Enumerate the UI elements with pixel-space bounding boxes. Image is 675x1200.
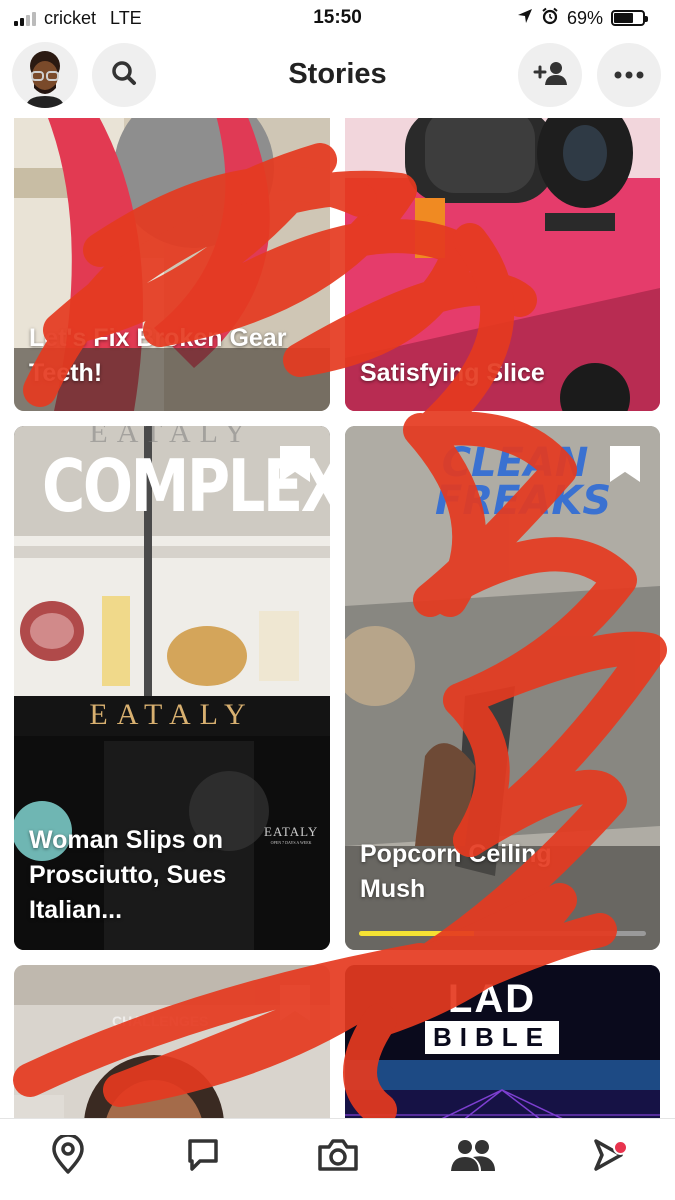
location-icon [517,8,533,29]
publisher-logo: CHALLENGES [112,1013,209,1029]
story-title: Popcorn Ceiling Mush [360,840,552,903]
story-title: Woman Slips on Prosciutto, Sues Italian.… [29,826,227,924]
tab-chat[interactable] [173,1128,233,1188]
publisher-name: CLEAN FREAKS [435,440,612,524]
story-card[interactable]: COMPLEX EATALY EATALY EATALY OPEN 7 DAYS… [14,426,330,950]
story-card[interactable]: Let's Fix Broken Gear Teeth! [14,118,330,411]
store-sign-top: EATALY [89,426,255,449]
friends-icon [450,1138,496,1177]
network-label: LTE [110,7,142,28]
alarm-icon [541,7,559,30]
search-button[interactable] [92,43,156,107]
publisher-logo: CLEAN FREAKS [435,440,612,524]
story-progress [359,931,646,936]
stories-grid: Let's Fix Broken Gear Teeth! Satisfying … [0,118,675,1118]
battery-percent: 69% [566,7,603,28]
add-friend-icon [532,59,568,92]
chat-icon [186,1137,220,1178]
battery-icon [611,10,648,26]
signal-icon [14,10,36,26]
publisher-logo: LAD BIBLE [425,979,559,1054]
story-card[interactable]: CHALLENGES [14,965,330,1118]
publisher-logo-bottom: BIBLE [425,1021,559,1054]
notification-dot [612,1139,628,1155]
carrier-label: cricket [44,7,97,28]
tab-camera[interactable] [308,1128,368,1188]
story-card[interactable]: LAD BIBLE [345,965,660,1118]
story-card[interactable]: Satisfying Slice [345,118,660,411]
status-right: 69% [517,7,648,30]
avatar[interactable] [12,42,78,108]
tab-discover[interactable] [578,1128,638,1188]
status-left: cricket LTE [14,8,142,29]
tab-map[interactable] [38,1128,98,1188]
more-button[interactable] [597,43,661,107]
add-friend-button[interactable] [518,43,582,107]
search-icon [110,59,138,92]
story-title: Let's Fix Broken Gear Teeth! [29,324,287,387]
status-bar: cricket LTE 15:50 69% [0,0,675,36]
bottom-tab-bar [0,1118,675,1200]
header: Stories [0,38,675,110]
story-card[interactable]: CLEAN FREAKS Popcorn Ceiling Mush [345,426,660,950]
more-icon [614,66,644,84]
page-title: Stories [288,57,387,90]
map-pin-icon [50,1133,86,1180]
publisher-logo-top: LAD [447,977,537,1021]
story-title: Satisfying Slice [360,359,545,387]
store-sign: EATALY [89,698,255,731]
camera-icon [316,1137,360,1178]
tab-friends[interactable] [443,1128,503,1188]
